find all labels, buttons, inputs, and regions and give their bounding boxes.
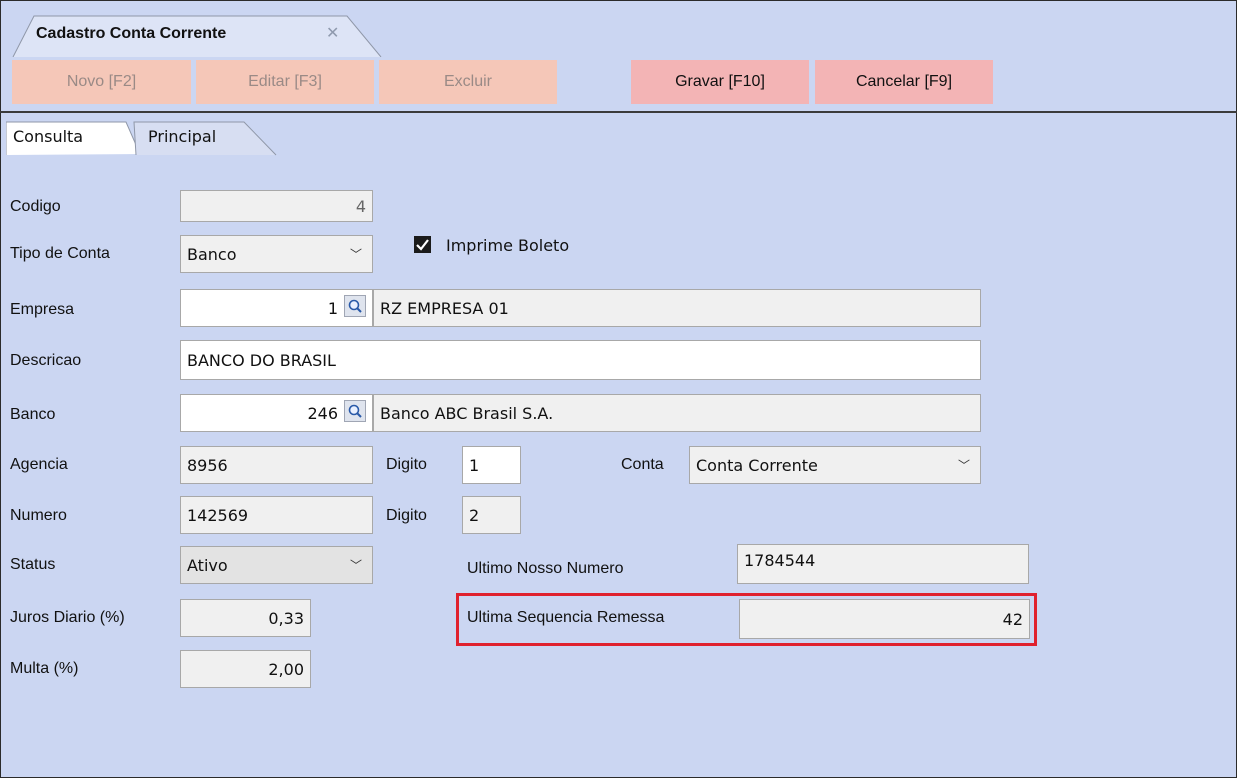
imprime-boleto-checkbox[interactable] — [414, 236, 431, 253]
status-label: Status — [10, 556, 56, 573]
conta-value: Conta Corrente — [696, 455, 818, 475]
tipo-conta-select[interactable]: Banco ﹀ — [180, 235, 373, 273]
cancelar-button[interactable]: Cancelar [F9] — [815, 60, 993, 104]
tipo-conta-value: Banco — [187, 244, 237, 264]
multa-field[interactable]: 2,00 — [180, 650, 311, 688]
empresa-label: Empresa — [10, 301, 75, 318]
empresa-code: 1 — [327, 298, 338, 318]
chevron-down-icon: ﹀ — [957, 458, 970, 473]
excluir-button[interactable]: Excluir — [379, 60, 557, 104]
multa-label: Multa (%) — [10, 660, 79, 677]
agencia-digito-label: Digito — [386, 456, 427, 473]
imprime-boleto-label: Imprime Boleto — [446, 236, 570, 255]
agencia-field[interactable]: 8956 — [180, 446, 373, 484]
numero-digito-field[interactable]: 2 — [462, 496, 521, 534]
ultima-seq-field[interactable]: 42 — [739, 599, 1030, 639]
descricao-label: Descricao — [10, 352, 82, 369]
juros-field[interactable]: 0,33 — [180, 599, 311, 637]
gravar-button[interactable]: Gravar [F10] — [631, 60, 809, 104]
agencia-digito-field[interactable]: 1 — [462, 446, 521, 484]
close-icon[interactable]: ✕ — [326, 23, 339, 42]
numero-label: Numero — [10, 507, 67, 524]
chevron-down-icon: ﹀ — [349, 558, 362, 573]
status-select[interactable]: Ativo ﹀ — [180, 546, 373, 584]
banco-name-field: Banco ABC Brasil S.A. — [373, 394, 981, 432]
numero-digito-label: Digito — [386, 507, 427, 524]
conta-select[interactable]: Conta Corrente ﹀ — [689, 446, 981, 484]
codigo-field: 4 — [180, 190, 373, 222]
codigo-label: Codigo — [10, 198, 61, 215]
ultimo-nosso-numero-label: Ultimo Nosso Numero — [467, 560, 624, 577]
juros-label: Juros Diario (%) — [10, 609, 125, 626]
banco-label: Banco — [10, 406, 56, 423]
chevron-down-icon: ﹀ — [349, 247, 362, 262]
tab-consulta[interactable]: Consulta — [13, 127, 83, 146]
banco-code: 246 — [307, 403, 338, 423]
editar-button[interactable]: Editar [F3] — [196, 60, 374, 104]
agencia-label: Agencia — [10, 456, 68, 473]
descricao-field[interactable]: BANCO DO BRASIL — [180, 340, 981, 380]
ultima-seq-label: Ultima Sequencia Remessa — [467, 609, 665, 626]
tipo-conta-label: Tipo de Conta — [10, 245, 110, 262]
tab-principal[interactable]: Principal — [148, 127, 216, 146]
search-icon[interactable] — [344, 400, 366, 422]
banco-code-field[interactable]: 246 — [180, 394, 373, 432]
numero-field[interactable]: 142569 — [180, 496, 373, 534]
ultimo-nosso-numero-field[interactable]: 1784544 — [737, 544, 1029, 584]
conta-label: Conta — [621, 456, 664, 473]
empresa-name-field: RZ EMPRESA 01 — [373, 289, 981, 327]
toolbar-separator — [0, 111, 1237, 113]
check-icon — [416, 239, 429, 251]
tab-title: Cadastro Conta Corrente — [36, 25, 227, 42]
empresa-code-field[interactable]: 1 — [180, 289, 373, 327]
novo-button[interactable]: Novo [F2] — [12, 60, 191, 104]
search-icon[interactable] — [344, 295, 366, 317]
status-value: Ativo — [187, 555, 228, 575]
